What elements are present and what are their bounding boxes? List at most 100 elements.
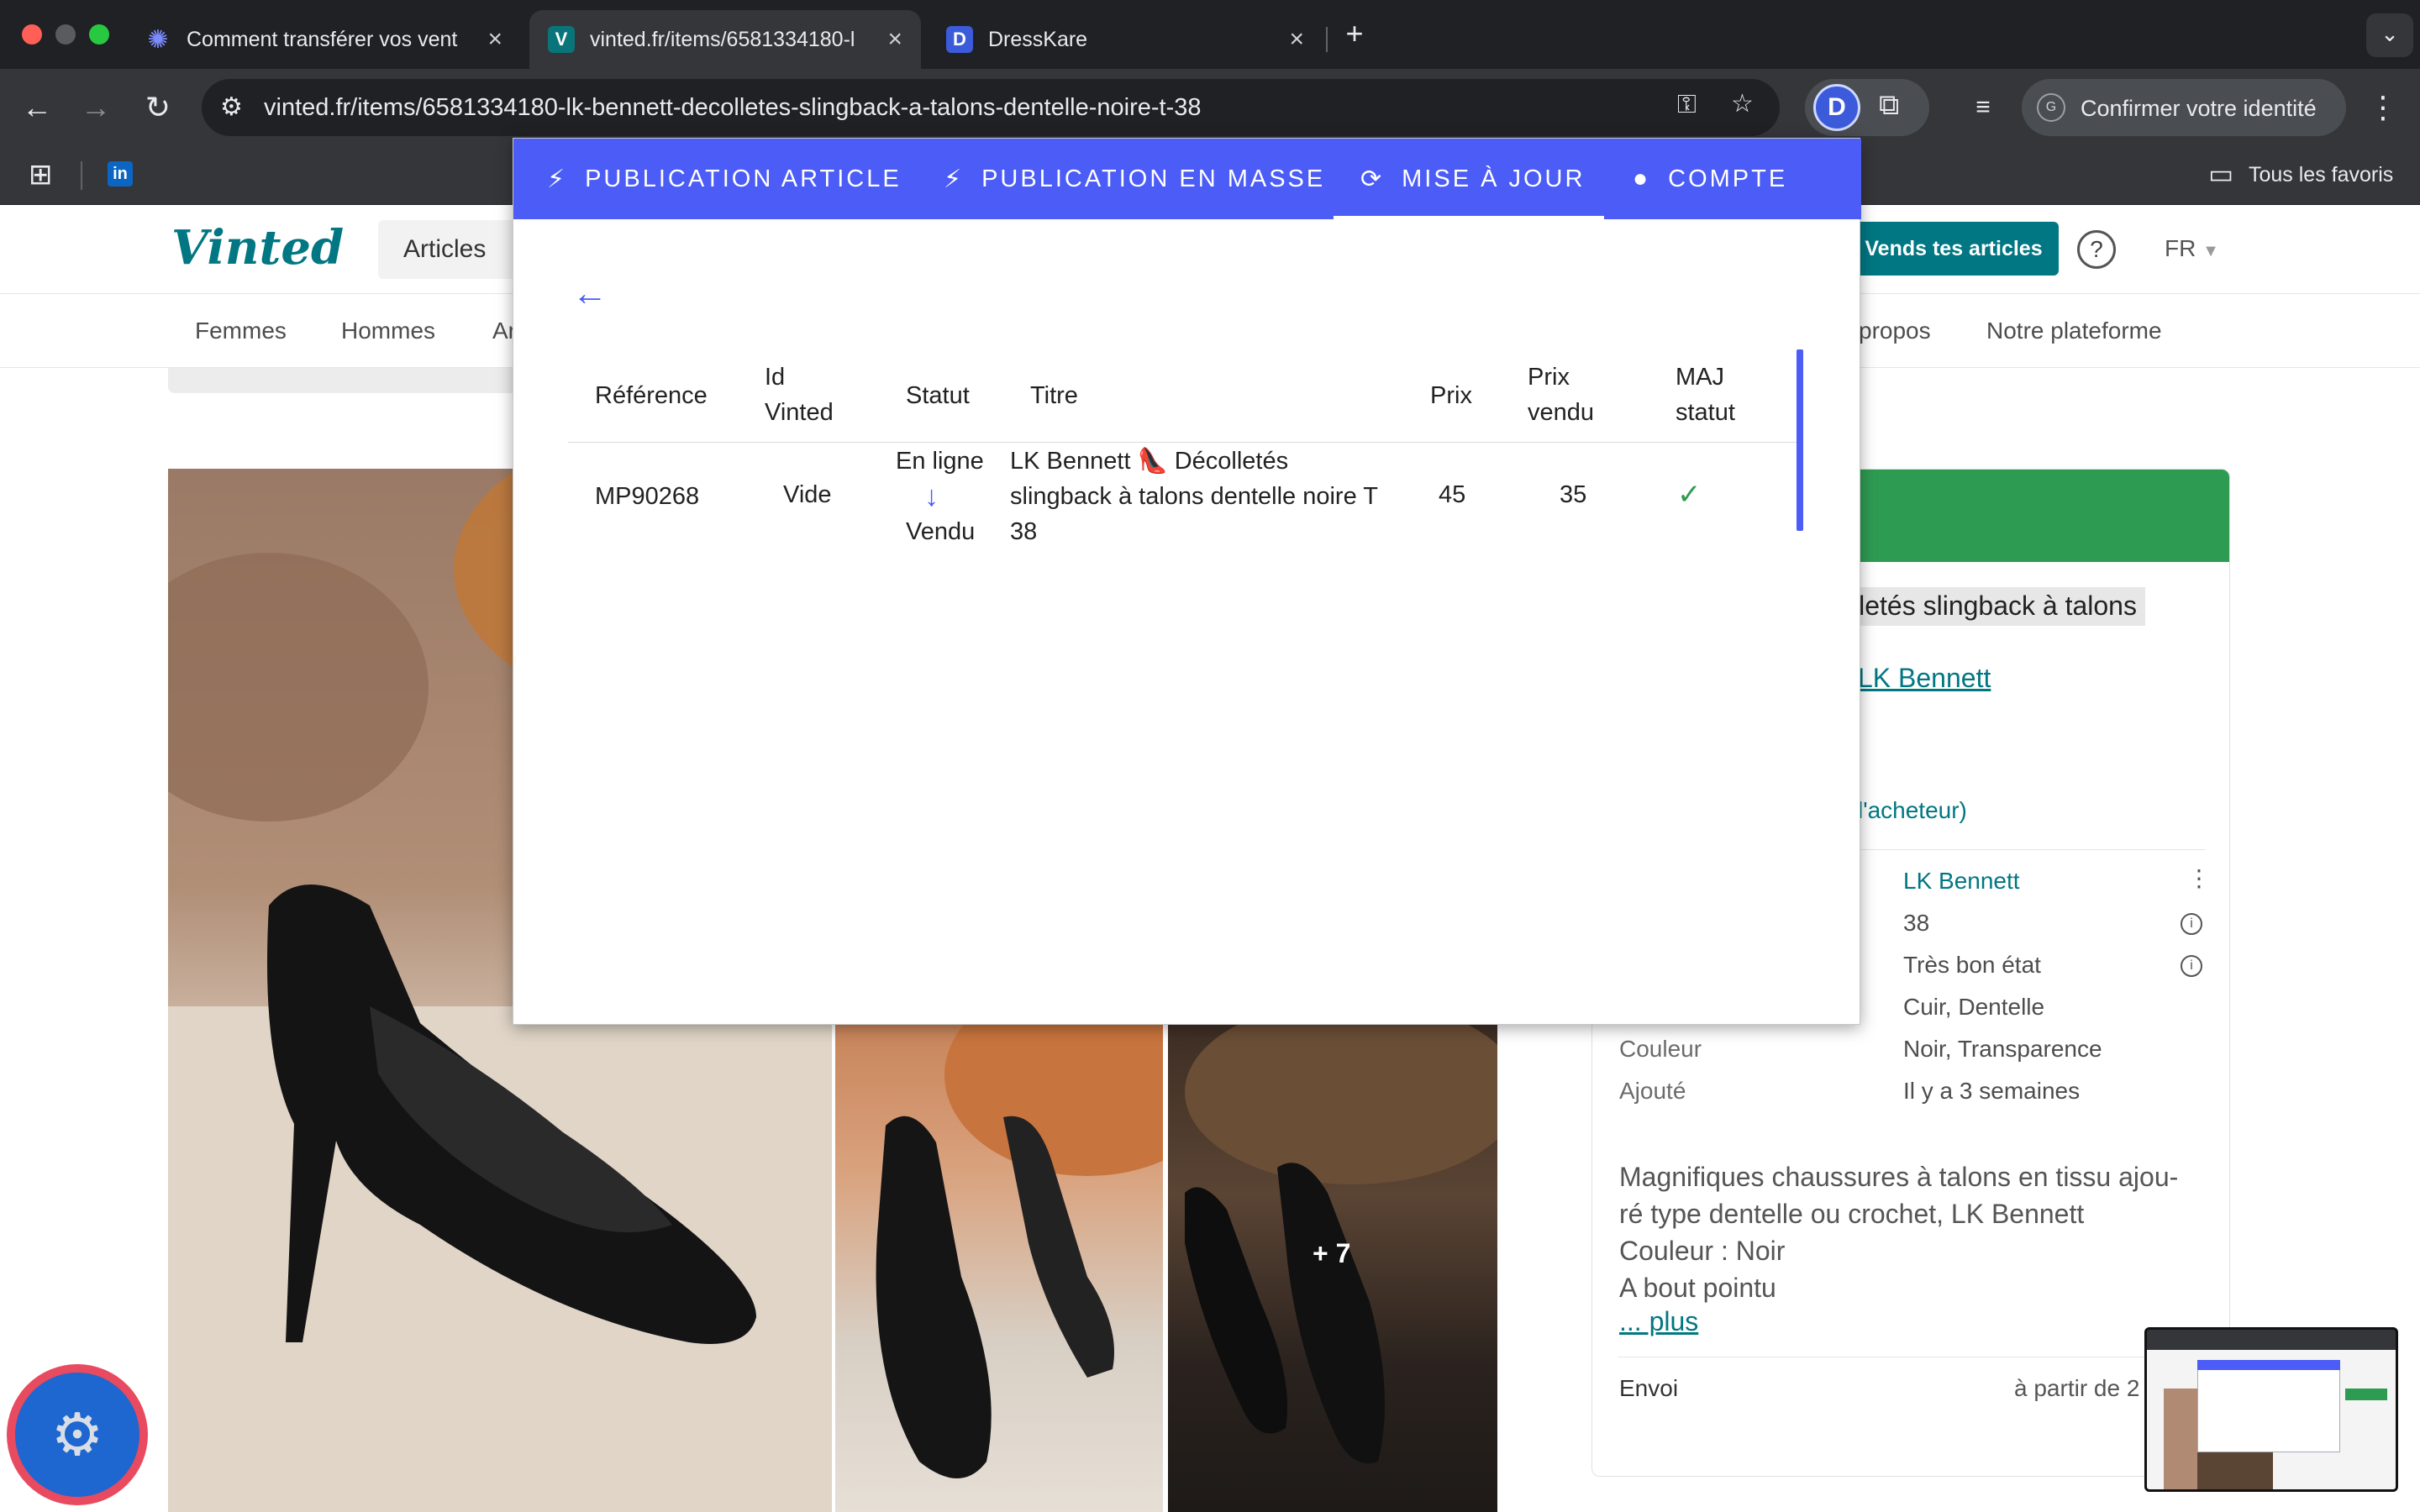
search-category-label: Articles	[403, 235, 487, 263]
more-options-icon[interactable]: ⋮	[2187, 864, 2211, 892]
browser-tab-1[interactable]: ✺ Comment transférer vos vent ×	[126, 10, 521, 69]
extensions-group: D ⧉	[1805, 79, 1929, 136]
close-tab-icon[interactable]: ×	[887, 25, 902, 54]
robot-arm-icon: ⚙	[15, 1373, 139, 1497]
column-header-titre: Titre	[1030, 382, 1078, 409]
description-line: Magnifiques chaussures à talons en tissu…	[1619, 1162, 2179, 1192]
bolt-icon: ⚡	[944, 165, 962, 193]
dresskare-extension-popup: ⚡ PUBLICATION ARTICLE ⚡ PUBLICATION EN M…	[513, 138, 1861, 1025]
thumbnail-green-bar	[2345, 1389, 2387, 1400]
column-header-text: MAJ statut	[1676, 364, 1735, 426]
gear-badge-icon: ✺	[147, 25, 169, 54]
arrow-down-icon: ↓	[924, 480, 939, 512]
column-header-prix-vendu: Prix vendu	[1528, 360, 1620, 430]
reload-button[interactable]: ↻	[138, 87, 178, 128]
shipping-value: à partir de 2	[2014, 1375, 2140, 1401]
column-header-prix: Prix	[1430, 382, 1472, 409]
tab-title: DressKare	[988, 27, 1088, 51]
thumbnail-popup	[2197, 1360, 2340, 1452]
item-photo-2[interactable]	[835, 1025, 1163, 1512]
folder-icon: ▭	[2208, 159, 2234, 189]
browser-tab-3[interactable]: D DressKare ×	[928, 10, 1323, 69]
new-tab-button[interactable]: +	[1334, 13, 1375, 54]
bookmark-separator	[81, 161, 82, 190]
description-line: ré type dentelle ou crochet, LK Bennett	[1619, 1199, 2085, 1229]
help-icon[interactable]: ?	[2077, 230, 2116, 269]
dresskare-favicon: D	[946, 26, 973, 53]
person-icon: ●	[1633, 165, 1649, 192]
attr-condition-value: Très bon état	[1903, 952, 2041, 978]
cell-prix-vendu: 35	[1560, 481, 1587, 508]
address-bar[interactable]: ⚙ vinted.fr/items/6581334180-lk-bennett-…	[202, 79, 1780, 136]
description-line: A bout pointu	[1619, 1273, 1776, 1303]
info-icon[interactable]: i	[2181, 913, 2202, 935]
column-header-text: Id Vinted	[765, 364, 834, 426]
key-icon[interactable]: ⚿	[1677, 91, 1697, 119]
url-text[interactable]: vinted.fr/items/6581334180-lk-bennett-de…	[264, 94, 1202, 122]
site-info-icon[interactable]: ⚙	[220, 92, 243, 122]
language-label: FR	[2165, 235, 2196, 261]
brand-link[interactable]: LK Bennett	[1858, 663, 1991, 694]
shipping-label: Envoi	[1619, 1375, 1679, 1401]
breadcrumb-strip	[168, 368, 521, 393]
cell-id-vinted: Vide	[783, 481, 832, 508]
column-header-text: Prix vendu	[1528, 364, 1595, 426]
all-bookmarks-link[interactable]: Tous les favoris	[2249, 163, 2393, 187]
browser-menu-icon[interactable]: ⋮	[2363, 87, 2403, 128]
chevron-down-icon: ▼	[2202, 242, 2219, 260]
cell-prix: 45	[1439, 481, 1466, 508]
tab-publication-article[interactable]: ⚡ PUBLICATION ARTICLE	[547, 139, 902, 219]
vinted-favicon: V	[548, 26, 575, 53]
nav-notre-plateforme[interactable]: Notre plateforme	[1986, 318, 2162, 344]
maximize-window-button[interactable]	[89, 24, 109, 45]
column-header-id-vinted: Id Vinted	[765, 360, 857, 430]
nav-a-propos[interactable]: propos	[1859, 318, 1931, 344]
apps-grid-icon[interactable]: ⊞	[29, 158, 53, 192]
tab-label: PUBLICATION EN MASSE	[981, 165, 1326, 192]
browser-toolbar: ← → ↻ ⚙ vinted.fr/items/6581334180-lk-be…	[0, 69, 2420, 146]
language-selector[interactable]: FR ▼	[2165, 235, 2219, 262]
dresskare-extension-icon[interactable]: D	[1813, 84, 1860, 131]
forward-button[interactable]: →	[76, 87, 116, 128]
buyer-protection-note[interactable]: l'acheteur)	[1858, 797, 1967, 824]
tab-mise-a-jour[interactable]: ⟳ MISE À JOUR	[1360, 139, 1585, 219]
bookmark-star-icon[interactable]: ☆	[1731, 89, 1754, 118]
item-title: lletés slingback à talons	[1844, 587, 2145, 626]
read-more-link[interactable]: ... plus	[1619, 1306, 1698, 1337]
minimize-window-button[interactable]	[55, 24, 76, 45]
close-tab-icon[interactable]: ×	[1289, 25, 1304, 54]
more-photos-count[interactable]: + 7	[1313, 1238, 1350, 1269]
tab-publication-en-masse[interactable]: ⚡ PUBLICATION EN MASSE	[944, 139, 1325, 219]
thumbnail-photo	[2164, 1389, 2197, 1489]
table-scrollbar[interactable]	[1797, 349, 1803, 531]
back-button[interactable]: ←	[17, 87, 57, 128]
column-header-reference: Référence	[595, 382, 708, 409]
tab-label: MISE À JOUR	[1402, 165, 1586, 192]
browser-tab-bar: ✺ Comment transférer vos vent × V vinted…	[0, 0, 2420, 69]
vinted-logo[interactable]: Vinted	[171, 220, 344, 276]
nav-femmes[interactable]: Femmes	[195, 318, 287, 344]
close-tab-icon[interactable]: ×	[487, 25, 502, 54]
search-category-select[interactable]: Articles	[378, 220, 529, 279]
nav-hommes[interactable]: Hommes	[341, 318, 435, 344]
floating-assistant-button[interactable]: ⚙	[7, 1364, 148, 1505]
cell-status-from: En ligne	[896, 448, 984, 475]
attr-brand-value[interactable]: LK Bennett	[1903, 868, 2020, 895]
close-window-button[interactable]	[22, 24, 42, 45]
sell-items-button[interactable]: Vends tes articles	[1849, 222, 2059, 276]
check-icon: ✓	[1677, 479, 1702, 511]
info-icon[interactable]: i	[2181, 955, 2202, 977]
cell-status-to: Vendu	[906, 518, 976, 545]
media-control-icon[interactable]: ≡	[1963, 87, 2003, 128]
browser-tab-2[interactable]: V vinted.fr/items/6581334180-l ×	[529, 10, 921, 69]
tab-compte[interactable]: ● COMPTE	[1633, 139, 1787, 219]
cell-title: LK Bennett 👠 Décolletés slingback à talo…	[1010, 448, 1378, 545]
linkedin-icon[interactable]: in	[108, 161, 133, 186]
identity-button[interactable]: G Confirmer votre identité	[2022, 79, 2346, 136]
column-header-statut: Statut	[906, 382, 970, 409]
description-line: Couleur : Noir	[1619, 1236, 1786, 1266]
back-arrow-icon[interactable]: ←	[572, 273, 608, 313]
screen-preview-thumbnail[interactable]	[2144, 1327, 2398, 1492]
tab-search-button[interactable]: ⌄	[2366, 13, 2413, 57]
puzzle-icon[interactable]: ⧉	[1879, 89, 1899, 122]
